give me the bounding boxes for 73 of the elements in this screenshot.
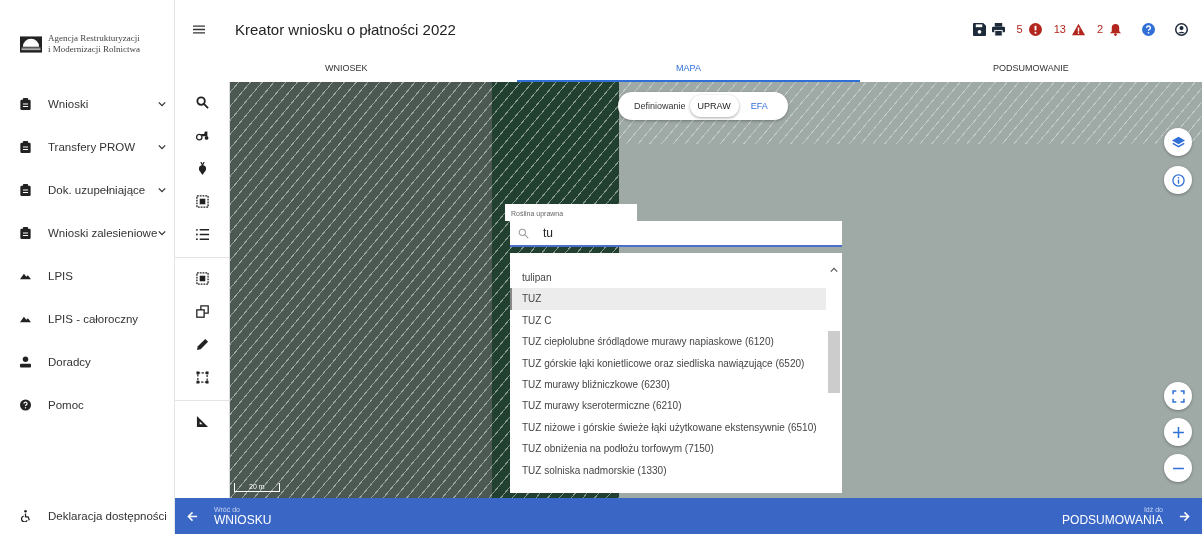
clipboard-icon <box>20 97 31 110</box>
help-icon[interactable] <box>1142 22 1155 36</box>
selection-icon[interactable] <box>195 371 209 384</box>
fullscreen-icon <box>1171 389 1185 403</box>
dropdown-option[interactable]: TUZ obniżenia na podłożu torfowym (7150) <box>510 438 826 460</box>
zoom-in-button[interactable] <box>1164 418 1192 446</box>
chevron-down-icon <box>158 100 166 107</box>
search-icon[interactable] <box>195 96 209 109</box>
dropdown-option[interactable]: tulipan <box>510 267 826 289</box>
help-icon <box>20 398 31 411</box>
account-icon[interactable] <box>1175 22 1188 36</box>
pencil-icon[interactable] <box>195 338 209 351</box>
plus-icon <box>1171 425 1185 439</box>
wheelchair-icon <box>20 510 31 522</box>
menu-icon[interactable] <box>193 24 205 34</box>
arrow-left-icon <box>187 510 198 522</box>
tab[interactable]: PODSUMOWANIE <box>859 58 1202 82</box>
page-title: Kreator wniosku o płatności 2022 <box>235 20 456 38</box>
sidebar-item[interactable]: LPIS - całoroczny <box>0 297 174 340</box>
sidebar-item[interactable]: Pomoc <box>0 383 174 426</box>
dropdown-option[interactable]: TUZ niżowe i górskie świeże łąki użytkowane ekstensywnie (6510) <box>510 416 826 439</box>
arrow-right-icon <box>1179 510 1190 522</box>
sidebar-item[interactable]: Transfery PROW <box>0 125 174 168</box>
warning-icon[interactable] <box>1071 22 1085 36</box>
polygon-icon[interactable] <box>195 272 209 285</box>
fullscreen-button[interactable] <box>1164 382 1192 410</box>
copy-icon[interactable] <box>195 305 209 318</box>
dropdown-option[interactable]: TUZ <box>510 288 826 310</box>
person-icon <box>20 355 31 368</box>
chevron-down-icon <box>158 229 166 236</box>
mode-option[interactable]: UPRAW <box>689 95 739 117</box>
dropdown-option[interactable]: TUZ solniska nadmorskie (1330) <box>510 459 826 481</box>
tab[interactable]: MAPA <box>517 58 860 82</box>
polygon-icon[interactable] <box>195 195 209 208</box>
warning-count: 13 <box>1053 23 1066 35</box>
layers-icon <box>1171 135 1185 149</box>
dropdown-option[interactable]: TUZ górskie łąki konietlicowe oraz siedliska nawiązujące (6520) <box>510 352 826 374</box>
sidebar-item[interactable]: Doradcy <box>0 340 174 383</box>
error-icon[interactable] <box>1028 22 1042 36</box>
dropdown-option[interactable]: TUZ murawy kserotermiczne (6210) <box>510 395 826 417</box>
sidebar-item[interactable]: Wnioski zalesieniowe <box>0 211 174 254</box>
zoom-out-button[interactable] <box>1164 454 1192 482</box>
notification-count: 2 <box>1096 23 1103 35</box>
scrollbar-thumb[interactable] <box>828 331 840 393</box>
sidebar-item[interactable]: LPIS <box>0 254 174 297</box>
chevron-down-icon <box>158 186 166 193</box>
agency-logo-icon <box>20 35 42 53</box>
layers-button[interactable] <box>1164 128 1192 156</box>
caret-up-icon <box>830 267 838 273</box>
agency-name: i Modernizacji Rolnictwa <box>48 44 140 55</box>
list-icon[interactable] <box>195 228 209 241</box>
mode-label: Definiowanie <box>634 101 686 111</box>
sidebar-item[interactable]: Dok. uzupełniające <box>0 168 174 211</box>
print-icon[interactable] <box>991 22 1005 36</box>
error-count: 5 <box>1016 23 1023 35</box>
accessibility-link[interactable]: Deklaracja dostępności <box>0 498 174 534</box>
dropdown-option[interactable]: TUZ C <box>510 309 826 332</box>
clipboard-icon <box>20 140 31 153</box>
save-icon[interactable] <box>972 22 986 36</box>
sidebar-item[interactable]: Wnioski <box>0 82 174 125</box>
search-icon <box>518 227 529 239</box>
agency-name: Agencja Restrukturyzacji <box>48 33 140 44</box>
dropdown-option[interactable]: TUZ ciepłolubne śródlądowe murawy napiaskowe (6120) <box>510 331 826 353</box>
mode-option[interactable]: EFA <box>742 95 776 117</box>
clipboard-icon <box>20 226 31 239</box>
chevron-down-icon <box>158 143 166 150</box>
info-icon <box>1171 173 1185 187</box>
dropdown-option[interactable]: TUZ murawy bliźniczkowe (6230) <box>510 373 826 396</box>
clipboard-icon <box>20 183 31 196</box>
search-field[interactable]: tu <box>510 221 842 247</box>
tab[interactable]: WNIOSEK <box>175 58 518 82</box>
bell-icon[interactable] <box>1109 22 1122 36</box>
info-button[interactable] <box>1164 166 1192 194</box>
